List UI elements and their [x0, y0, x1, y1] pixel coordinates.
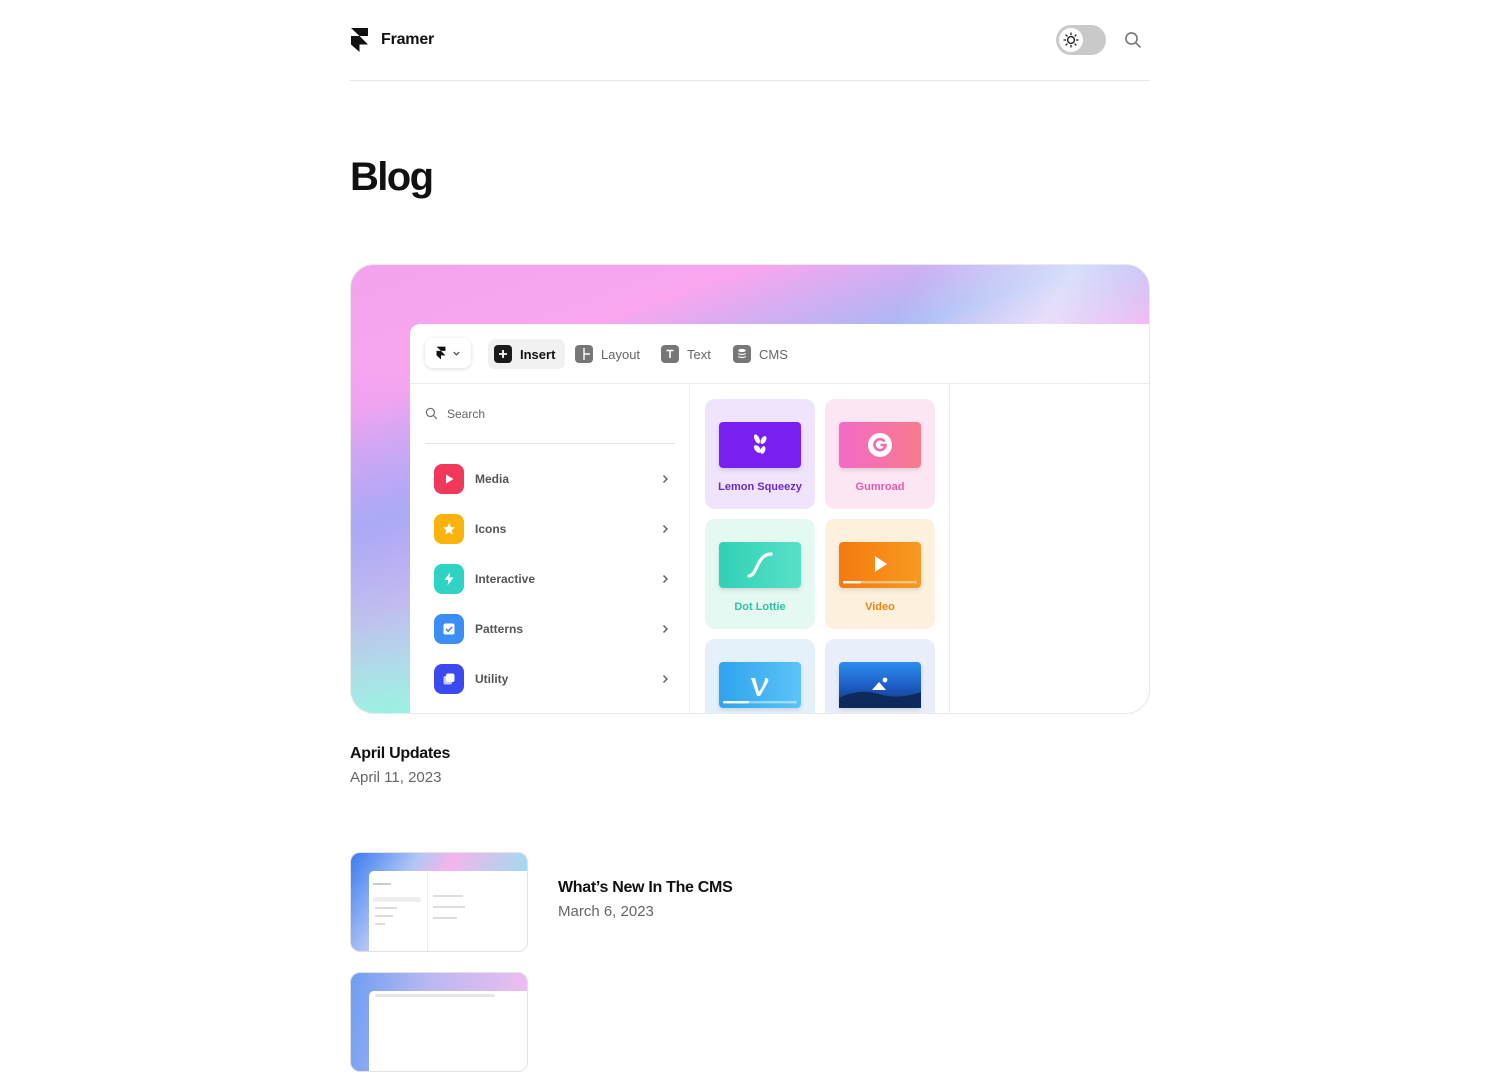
cms-tab-label: CMS	[759, 346, 788, 362]
lemon-squeezy-icon	[719, 422, 801, 468]
brand-name: Framer	[381, 31, 435, 48]
thumbnail-mockup	[369, 871, 527, 951]
tile-lemon-squeezy: Lemon Squeezy	[705, 399, 815, 509]
category-interactive: Interactive	[434, 564, 670, 594]
tile-label: Gumroad	[855, 481, 905, 493]
mockup-toolbar: Insert Layout Text CMS	[410, 324, 1149, 384]
featured-post-image[interactable]: Insert Layout Text CMS Search Media Icon…	[350, 264, 1150, 714]
database-icon	[733, 345, 751, 363]
image-icon	[839, 662, 921, 708]
tile-vimeo	[705, 639, 815, 713]
layout-tab-label: Layout	[601, 346, 641, 362]
layout-icon	[575, 345, 593, 363]
layers-icon	[434, 664, 464, 694]
text-tab-label: Text	[687, 346, 711, 362]
sun-icon	[1063, 32, 1079, 48]
chevron-right-icon	[662, 574, 669, 584]
mockup-sidebar: Search Media Icons Interactive Patterns …	[410, 384, 690, 713]
video-play-icon	[839, 542, 921, 588]
vimeo-icon	[719, 662, 801, 708]
category-label: Icons	[475, 522, 507, 536]
mockup-component-grid: Lemon Squeezy Gumroad Dot Lottie Video	[690, 384, 950, 713]
insert-tab-label: Insert	[520, 346, 556, 362]
lottie-icon	[719, 542, 801, 588]
tile-label: Dot Lottie	[734, 601, 786, 613]
tile-label: Video	[865, 601, 895, 613]
tile-video: Video	[825, 519, 935, 629]
featured-post-title[interactable]: April Updates	[350, 745, 450, 763]
framer-logo-icon	[351, 28, 368, 52]
toggle-knob	[1059, 28, 1083, 52]
tile-gumroad: Gumroad	[825, 399, 935, 509]
category-media: Media	[434, 464, 670, 494]
chevron-right-icon	[662, 524, 669, 534]
category-label: Interactive	[475, 572, 536, 586]
chevron-right-icon	[662, 674, 669, 684]
framer-logo-icon	[436, 346, 445, 360]
text-tab: Text	[661, 339, 711, 369]
gumroad-icon	[839, 422, 921, 468]
bolt-icon	[434, 564, 464, 594]
site-header: Framer	[350, 0, 1150, 81]
theme-toggle[interactable]	[1056, 25, 1106, 55]
brand-link[interactable]: Framer	[350, 27, 434, 53]
chevron-down-icon	[452, 351, 460, 356]
chevron-right-icon	[662, 474, 669, 484]
checkbox-icon	[434, 614, 464, 644]
play-icon	[434, 464, 464, 494]
category-label: Patterns	[475, 622, 524, 636]
chevron-right-icon	[662, 624, 669, 634]
category-label: Media	[475, 472, 510, 486]
search-icon[interactable]	[1124, 31, 1142, 49]
post-date: March 6, 2023	[558, 903, 654, 920]
post-thumbnail[interactable]	[350, 972, 528, 1072]
text-icon	[661, 345, 679, 363]
mockup-search-placeholder: Search	[447, 406, 486, 421]
category-utility: Utility	[434, 664, 670, 694]
category-patterns: Patterns	[434, 614, 670, 644]
post-thumbnail[interactable]	[350, 852, 528, 952]
cms-tab: CMS	[733, 339, 788, 369]
page-title: Blog	[350, 155, 434, 199]
mockup-search: Search	[425, 384, 675, 444]
insert-panel-mockup: Insert Layout Text CMS Search Media Icon…	[410, 324, 1149, 713]
plus-icon	[494, 345, 512, 363]
insert-tab: Insert	[488, 339, 566, 369]
category-icons: Icons	[434, 514, 670, 544]
tile-dot-lottie: Dot Lottie	[705, 519, 815, 629]
featured-post-date: April 11, 2023	[350, 769, 442, 786]
search-icon	[425, 407, 438, 420]
category-label: Utility	[475, 672, 509, 686]
layout-tab: Layout	[575, 339, 640, 369]
star-icon	[434, 514, 464, 544]
post-title[interactable]: What’s New In The CMS	[558, 879, 733, 897]
tile-label: Lemon Squeezy	[718, 481, 802, 493]
framer-menu-button	[425, 338, 471, 368]
tile-image	[825, 639, 935, 713]
thumbnail-mockup	[369, 991, 527, 1071]
